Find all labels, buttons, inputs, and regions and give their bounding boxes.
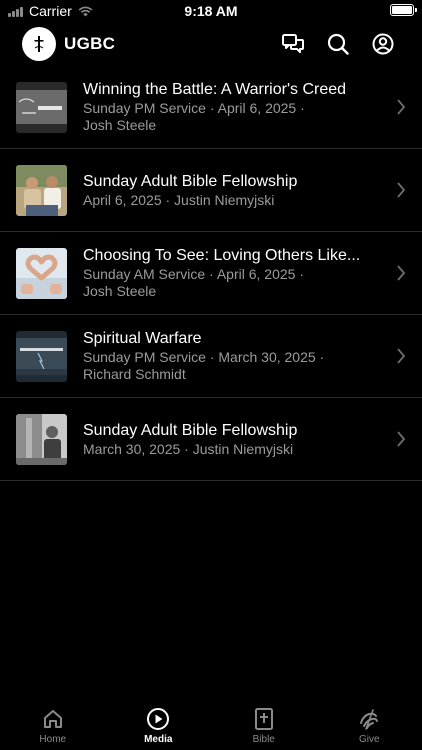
media-list-item[interactable]: Winning the Battle: A Warrior's Creed Su… (0, 66, 422, 149)
media-list-item[interactable]: Sunday Adult Bible Fellowship April 6, 2… (0, 149, 422, 232)
media-list: Winning the Battle: A Warrior's Creed Su… (0, 66, 422, 481)
tab-label: Give (358, 734, 380, 745)
battery-icon (390, 4, 417, 16)
warrior-thumbnail (16, 82, 67, 133)
media-item-title: Sunday Adult Bible Fellowship (83, 421, 298, 439)
spiritual-warfare-thumbnail (16, 331, 67, 382)
media-item-text: Winning the Battle: A Warrior's Creed Su… (83, 66, 383, 148)
status-bar: Carrier 9:18 AM (0, 0, 422, 22)
media-item-text: Sunday Adult Bible Fellowship March 30, … (83, 398, 383, 480)
chevron-right-icon (397, 99, 406, 115)
home-icon (41, 707, 65, 731)
tab-media[interactable]: Media (106, 700, 212, 750)
media-list-item[interactable]: Spiritual Warfare Sunday PM Service · Ma… (0, 315, 422, 398)
media-item-text: Sunday Adult Bible Fellowship April 6, 2… (83, 149, 383, 231)
media-item-title: Choosing To See: Loving Others Like... (83, 247, 361, 264)
fellowship-photo-thumbnail (16, 165, 67, 216)
media-item-subtitle: Sunday PM Service · April 6, 2025 · (83, 100, 305, 116)
tab-give[interactable]: Give (317, 700, 422, 750)
media-item-subtitle: April 6, 2025 · Justin Niemyjski (83, 191, 275, 208)
tab-label: Home (39, 734, 67, 745)
tab-bible[interactable]: Bible (211, 700, 317, 750)
media-item-title: Spiritual Warfare (83, 330, 202, 347)
media-item-text: Choosing To See: Loving Others Like... S… (83, 232, 383, 314)
tab-bar: Home Media Bible Give (0, 700, 422, 750)
media-item-title: Winning the Battle: A Warrior's Creed (83, 81, 347, 98)
chevron-right-icon (397, 431, 406, 447)
chevron-right-icon (397, 182, 406, 198)
status-time: 9:18 AM (184, 3, 238, 19)
media-item-subtitle: Sunday PM Service · March 30, 2025 · (83, 349, 325, 365)
media-item-subtitle: Sunday AM Service · April 6, 2025 · (83, 266, 304, 282)
media-item-speaker: Richard Schmidt (83, 366, 186, 382)
chat-icon[interactable] (280, 31, 306, 57)
tab-label: Bible (252, 734, 275, 745)
tab-home[interactable]: Home (0, 700, 106, 750)
media-item-title: Sunday Adult Bible Fellowship (83, 172, 298, 190)
account-icon[interactable] (370, 31, 396, 57)
give-icon (357, 707, 381, 731)
heart-hands-thumbnail (16, 248, 67, 299)
media-item-text: Spiritual Warfare Sunday PM Service · Ma… (83, 315, 383, 397)
media-item-speaker: Josh Steele (83, 283, 157, 299)
tab-label: Media (144, 734, 173, 745)
bible-icon (252, 707, 276, 731)
media-list-item[interactable]: Sunday Adult Bible Fellowship March 30, … (0, 398, 422, 481)
media-item-speaker: Josh Steele (83, 117, 157, 133)
cross-logo-icon[interactable] (22, 27, 56, 61)
media-list-item[interactable]: Choosing To See: Loving Others Like... S… (0, 232, 422, 315)
media-item-subtitle: March 30, 2025 · Justin Niemyjski (83, 440, 294, 457)
play-icon (146, 707, 170, 731)
app-header: UGBC (0, 22, 422, 66)
app-title: UGBC (64, 34, 116, 53)
search-icon[interactable] (325, 31, 351, 57)
chevron-right-icon (397, 348, 406, 364)
fellowship-photo-thumbnail (16, 414, 67, 465)
chevron-right-icon (397, 265, 406, 281)
